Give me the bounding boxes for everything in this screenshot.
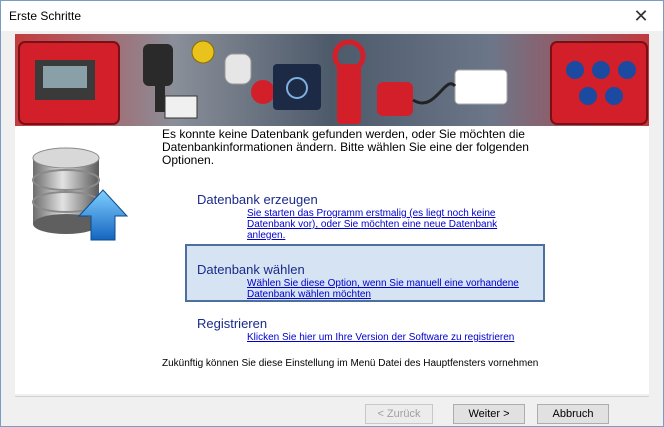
footnote-text: Zukünftig können Sie diese Einstellung i… <box>162 358 539 369</box>
product-banner <box>15 34 649 126</box>
next-button[interactable]: Weiter > <box>453 404 525 424</box>
banner-image <box>15 34 649 126</box>
intro-text: Es konnte keine Datenbank gefunden werde… <box>162 127 529 167</box>
button-separator <box>15 396 649 397</box>
option-title: Datenbank wählen <box>197 262 305 277</box>
option-title: Datenbank erzeugen <box>197 192 318 207</box>
create-database-link[interactable]: Sie starten das Programm erstmalig (es l… <box>247 208 517 241</box>
option-select-database[interactable]: Datenbank wählen Wählen Sie diese Option… <box>185 244 545 302</box>
database-upload-icon <box>32 147 129 241</box>
dialog-window: Erste Schritte ✕ Es konnte keine Datenba… <box>0 0 664 427</box>
option-title: Registrieren <box>197 316 268 331</box>
option-create-database[interactable]: Datenbank erzeugen Sie starten das Progr… <box>197 192 527 241</box>
select-database-link[interactable]: Wählen Sie diese Option, wenn Sie manuel… <box>247 278 537 300</box>
main-content: Es konnte keine Datenbank gefunden werde… <box>15 126 649 394</box>
window-title: Erste Schritte <box>9 9 82 23</box>
register-link[interactable]: Klicken Sie hier um Ihre Version der Sof… <box>247 332 547 343</box>
back-button[interactable]: < Zurück <box>365 404 433 424</box>
cancel-button[interactable]: Abbruch <box>537 404 609 424</box>
option-register[interactable]: Registrieren Klicken Sie hier um Ihre Ve… <box>197 316 547 343</box>
title-bar: Erste Schritte ✕ <box>1 1 663 31</box>
close-button[interactable]: ✕ <box>619 1 663 31</box>
